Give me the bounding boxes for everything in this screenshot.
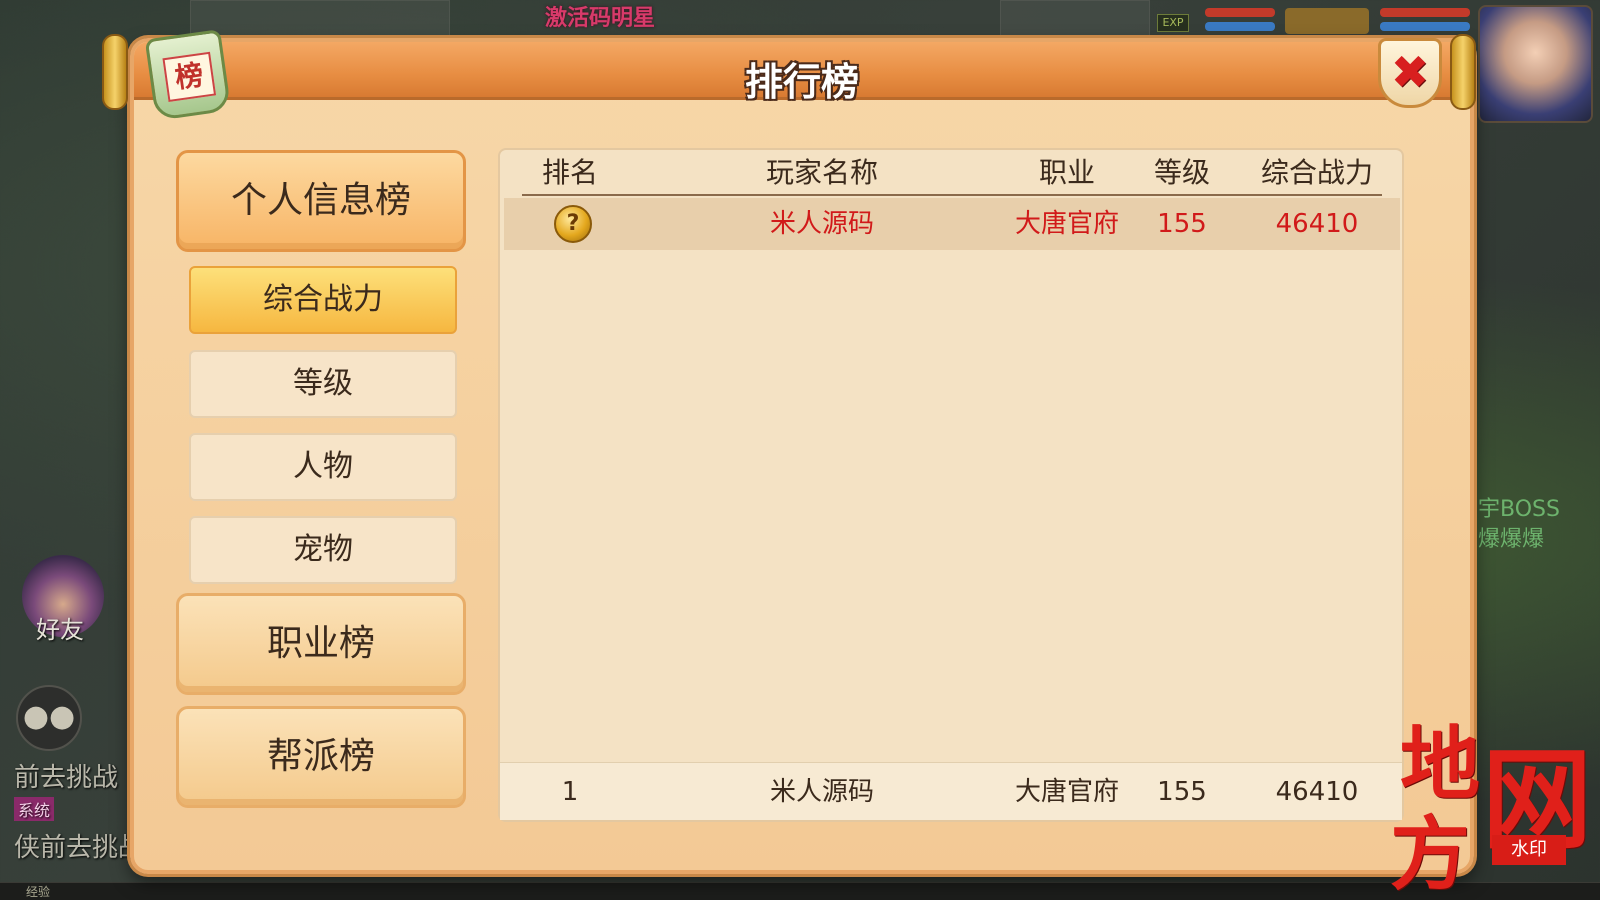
player-status-bars xyxy=(1205,4,1475,38)
friend-label[interactable]: 好友 xyxy=(36,610,84,645)
category-personal-info[interactable]: 个人信息榜 xyxy=(176,150,466,252)
ranking-table: 排名 玩家名称 职业 等级 综合战力 ? 米人源码 大唐官府 155 46410… xyxy=(498,148,1404,822)
experience-bar: 经验 xyxy=(0,882,1600,900)
header-level: 等级 xyxy=(1153,156,1210,189)
boss-hint-line: 爆爆爆 xyxy=(1478,527,1545,552)
my-combat-power: 46410 xyxy=(1275,777,1359,807)
my-player-name: 米人源码 xyxy=(769,777,874,807)
my-rank: 1 xyxy=(561,777,579,807)
scroll-ornament-right xyxy=(1450,34,1476,110)
close-button[interactable]: ✖ xyxy=(1378,38,1442,108)
background-building xyxy=(190,0,450,40)
header-combat-power: 综合战力 xyxy=(1260,156,1373,189)
subcategory-character[interactable]: 人物 xyxy=(189,433,457,501)
player-portrait-avatar[interactable] xyxy=(1478,5,1593,123)
background-building xyxy=(1000,0,1150,40)
category-profession[interactable]: 职业榜 xyxy=(176,593,466,695)
subcategory-combat-power[interactable]: 综合战力 xyxy=(189,266,457,334)
row-player-name: 米人源码 xyxy=(769,209,874,239)
leaderboard-emblem-icon: 榜 xyxy=(144,29,232,121)
header-player-name: 玩家名称 xyxy=(765,156,878,189)
subcategory-level[interactable]: 等级 xyxy=(189,350,457,418)
watermark-char: 方 xyxy=(1390,807,1470,900)
scroll-ornament-left xyxy=(102,34,128,110)
gold-medal-icon: ? xyxy=(554,205,592,243)
experience-label: 经验 xyxy=(26,885,51,899)
chat-bubble-icon[interactable]: ●● xyxy=(16,685,82,751)
boss-hint-line: 宇BOSS xyxy=(1478,497,1560,522)
row-level: 155 xyxy=(1157,209,1207,239)
quest-hint-text[interactable]: 侠前去挑战 xyxy=(14,827,144,864)
watermark-stamp: 水印 xyxy=(1492,835,1566,865)
my-profession: 大唐官府 xyxy=(1014,777,1119,807)
system-tag: 系统 xyxy=(14,797,55,821)
row-combat-power: 46410 xyxy=(1275,209,1359,239)
header-profession: 职业 xyxy=(1038,156,1095,189)
event-banner[interactable]: 激活码明星 xyxy=(500,0,700,31)
leaderboard-dialog: 排行榜 榜 ✖ 个人信息榜 综合战力 等级 人物 宠物 职业榜 帮派榜 排名 玩… xyxy=(102,29,1476,874)
my-rank-row: 1 米人源码 大唐官府 155 46410 xyxy=(500,762,1402,820)
table-header: 排名 玩家名称 职业 等级 综合战力 xyxy=(522,150,1382,196)
category-guild[interactable]: 帮派榜 xyxy=(176,706,466,808)
subcategory-pet[interactable]: 宠物 xyxy=(189,516,457,584)
emblem-character: 榜 xyxy=(162,51,217,102)
boss-hint-text[interactable]: 宇BOSS 爆爆爆 xyxy=(1478,495,1560,555)
quest-hint-text[interactable]: 前去挑战 xyxy=(14,757,118,794)
my-level: 155 xyxy=(1157,777,1207,807)
close-icon[interactable]: ✖ xyxy=(1381,45,1439,99)
title-bar: 排行榜 xyxy=(134,42,1470,104)
header-rank: 排名 xyxy=(541,156,598,189)
watermark-logo: 地 网 方 水印 xyxy=(1390,700,1596,900)
table-row[interactable]: ? 米人源码 大唐官府 155 46410 xyxy=(504,198,1400,250)
dialog-title: 排行榜 xyxy=(744,60,859,104)
row-profession: 大唐官府 xyxy=(1014,209,1119,239)
exp-tag: EXP xyxy=(1157,14,1189,32)
